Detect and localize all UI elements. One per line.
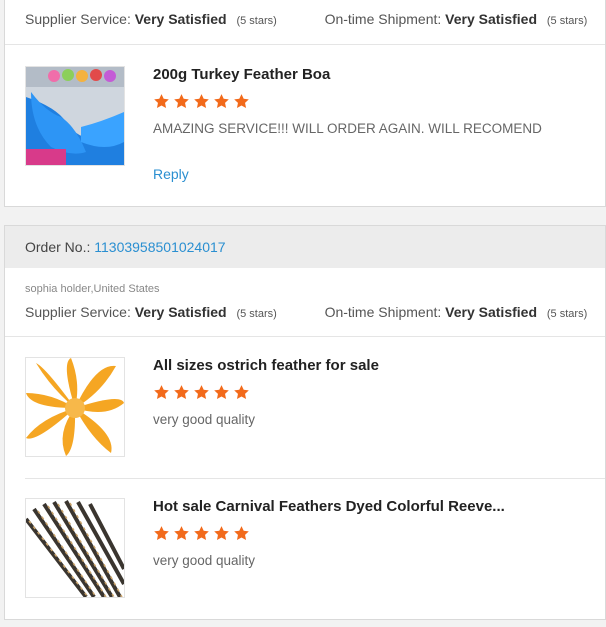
review-card: Order No.: 11303958501024017 sophia hold… bbox=[4, 225, 606, 620]
star-icon bbox=[234, 385, 249, 399]
product-image[interactable] bbox=[25, 66, 125, 166]
order-bar: Order No.: 11303958501024017 bbox=[5, 226, 605, 268]
shipment-stars: (5 stars) bbox=[546, 308, 588, 320]
shipment-value: Very Satisfied bbox=[445, 11, 537, 27]
review-comment: very good quality bbox=[153, 553, 256, 568]
shipment-stars: (5 stars) bbox=[546, 15, 588, 27]
star-rating bbox=[153, 93, 250, 110]
star-icon bbox=[174, 385, 189, 399]
star-rating bbox=[153, 384, 250, 401]
product-image[interactable] bbox=[25, 357, 125, 457]
ratings-row: Supplier Service: Very Satisfied (5 star… bbox=[25, 11, 587, 27]
star-icon bbox=[154, 526, 169, 540]
star-icon bbox=[174, 94, 189, 108]
product-title[interactable]: 200g Turkey Feather Boa bbox=[153, 66, 330, 83]
buyer-info: sophia holder,United States bbox=[25, 283, 160, 295]
shipment-value: Very Satisfied bbox=[445, 304, 537, 320]
order-number-link[interactable]: 11303958501024017 bbox=[94, 239, 225, 255]
product-title[interactable]: All sizes ostrich feather for sale bbox=[153, 357, 379, 374]
review-card: Supplier Service: Very Satisfied (5 star… bbox=[4, 0, 606, 207]
supplier-service-value: Very Satisfied bbox=[134, 11, 227, 27]
shipment-label: On-time Shipment: bbox=[324, 304, 442, 320]
review-comment: AMAZING SERVICE!!! WILL ORDER AGAIN. WIL… bbox=[153, 121, 542, 136]
star-icon bbox=[214, 94, 229, 108]
star-icon bbox=[194, 385, 209, 399]
star-icon bbox=[214, 385, 229, 399]
supplier-service-value: Very Satisfied bbox=[134, 304, 227, 320]
star-icon bbox=[214, 526, 229, 540]
product-review: 200g Turkey Feather Boa AMAZING SERVICE!… bbox=[25, 66, 605, 182]
star-icon bbox=[194, 526, 209, 540]
supplier-service-label: Supplier Service: bbox=[25, 11, 131, 27]
ratings-row: Supplier Service: Very Satisfied (5 star… bbox=[25, 304, 587, 320]
star-icon bbox=[154, 94, 169, 108]
star-icon bbox=[194, 94, 209, 108]
star-icon bbox=[234, 94, 249, 108]
product-title[interactable]: Hot sale Carnival Feathers Dyed Colorful… bbox=[153, 498, 505, 515]
star-rating bbox=[153, 525, 250, 542]
order-number-label: Order No.: bbox=[25, 239, 91, 255]
star-icon bbox=[174, 526, 189, 540]
product-review: Hot sale Carnival Feathers Dyed Colorful… bbox=[25, 498, 605, 598]
product-review: All sizes ostrich feather for sale very … bbox=[25, 357, 605, 457]
reply-link[interactable]: Reply bbox=[153, 166, 189, 182]
supplier-service-stars: (5 stars) bbox=[236, 15, 277, 27]
shipment-label: On-time Shipment: bbox=[324, 11, 442, 27]
supplier-service-label: Supplier Service: bbox=[25, 304, 131, 320]
review-comment: very good quality bbox=[153, 412, 256, 427]
star-icon bbox=[154, 385, 169, 399]
star-icon bbox=[234, 526, 249, 540]
product-image[interactable] bbox=[25, 498, 125, 598]
supplier-service-stars: (5 stars) bbox=[236, 308, 277, 320]
